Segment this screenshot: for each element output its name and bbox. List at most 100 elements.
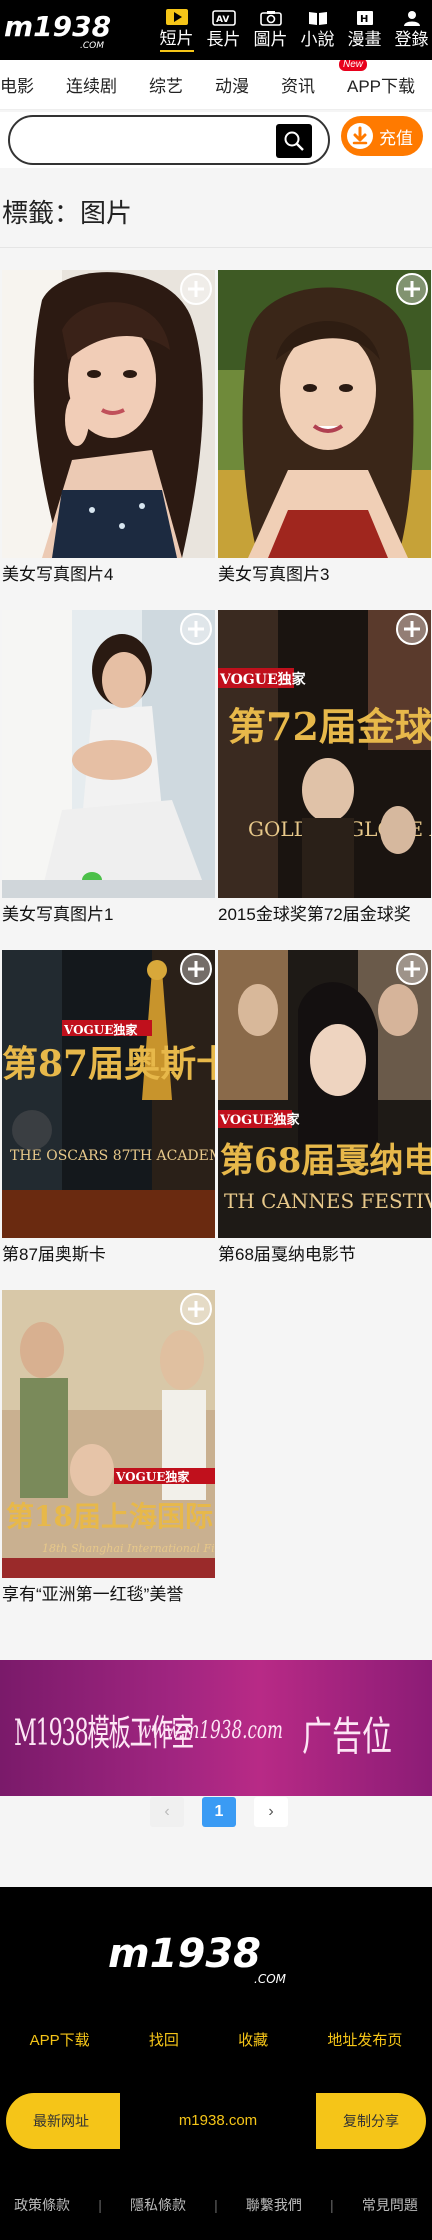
svg-text:VOGUE独家: VOGUE独家	[115, 1469, 190, 1484]
download-coin-icon	[347, 123, 373, 149]
contact-link[interactable]: 聯繫我們	[246, 2195, 302, 2215]
picture-card[interactable]: VOGUE独家 第87届奥斯卡金像 THE OSCARS 87TH ACADEM…	[2, 950, 216, 1268]
card-thumbnail	[2, 270, 215, 558]
next-page-button[interactable]: ›	[254, 1797, 288, 1827]
card-title: 第87届奥斯卡	[2, 1245, 106, 1264]
policy-link[interactable]: 政策條款	[14, 2195, 70, 2215]
av-icon: AV	[211, 9, 236, 27]
nav-label: 登錄	[394, 30, 429, 49]
site-logo[interactable]: m1938 .COM	[2, 8, 122, 50]
pagination: ‹ 1 ›	[150, 1797, 288, 1829]
add-icon[interactable]	[179, 952, 213, 986]
add-icon[interactable]	[179, 1292, 213, 1326]
top-nav-bar: m1938 .COM 短片 AV 長片 圖片 小說 H 漫畫 登錄	[0, 0, 432, 60]
nav-label: 小說	[300, 30, 335, 49]
svg-text:m1938: m1938	[108, 1931, 261, 1977]
nav-long-video[interactable]: AV 長片	[200, 0, 247, 60]
category-movies[interactable]: 电影	[0, 72, 50, 97]
svg-text:第87届奥斯卡金像: 第87届奥斯卡金像	[2, 1043, 215, 1085]
footer-link-recover[interactable]: 找回	[149, 2029, 179, 2050]
svg-text:m1938: m1938	[4, 10, 111, 43]
svg-text:第68届戛纳电影: 第68届戛纳电影	[220, 1141, 431, 1181]
nav-label: 圖片	[253, 30, 288, 49]
svg-text:THE OSCARS 87TH ACADEMY AWARDS: THE OSCARS 87TH ACADEMY AWARDS	[10, 1148, 215, 1164]
card-thumbnail: VOGUE独家 第87届奥斯卡金像 THE OSCARS 87TH ACADEM…	[2, 950, 215, 1238]
nav-login[interactable]: 登錄	[388, 0, 432, 60]
svg-text:VOGUE独家: VOGUE独家	[63, 1022, 138, 1037]
card-title: 美女写真图片3	[218, 565, 330, 584]
faq-link[interactable]: 常見問題	[362, 2195, 418, 2215]
portrait-photo	[2, 270, 215, 558]
card-title: 第68届戛纳电影节	[218, 1245, 356, 1264]
svg-text:第72届金球奖: 第72届金球奖	[228, 704, 431, 749]
card-title: 享有“亚洲第一红毯”美誉	[2, 1585, 184, 1604]
nav-comics[interactable]: H 漫畫	[341, 0, 388, 60]
camera-icon	[259, 9, 283, 27]
nav-short-video[interactable]: 短片	[153, 0, 200, 60]
svg-text:第18届上海国际电影: 第18届上海国际电影	[6, 1500, 215, 1533]
footer-link-app[interactable]: APP下载	[30, 2029, 90, 2050]
latest-url-label: 最新网址	[33, 2113, 89, 2129]
search-icon	[284, 131, 304, 151]
poster-oscars: VOGUE独家 第87届奥斯卡金像 THE OSCARS 87TH ACADEM…	[2, 950, 215, 1238]
main-nav: 短片 AV 長片 圖片 小說 H 漫畫 登錄	[153, 0, 432, 60]
new-badge: New	[339, 60, 368, 71]
category-anime[interactable]: 动漫	[199, 72, 265, 97]
svg-text:VOGUE独家: VOGUE独家	[219, 1112, 301, 1128]
poster-golden-globe: VOGUE独家 第72届金球奖 GOLDEN GLOBE AWARDS	[218, 610, 431, 898]
footer-link-address[interactable]: 地址发布页	[327, 2029, 402, 2050]
search-button[interactable]	[276, 124, 312, 158]
picture-card[interactable]: 美女写真图片4	[2, 270, 216, 588]
add-icon[interactable]	[179, 612, 213, 646]
picture-card[interactable]: VOGUE独家 第68届戛纳电影 TH CANNES FESTIV 第68届戛纳…	[218, 950, 432, 1268]
card-title: 美女写真图片1	[2, 905, 114, 924]
search-box	[8, 115, 330, 165]
comic-icon: H	[353, 9, 377, 27]
recharge-label: 充值	[379, 128, 413, 148]
nav-label: 長片	[206, 30, 241, 49]
svg-text:TH CANNES FESTIV: TH CANNES FESTIV	[224, 1189, 431, 1213]
category-app-download[interactable]: New APP下载	[331, 60, 415, 97]
ad-banner[interactable]: M1938模板工作室 www.m1938.com 广告位	[0, 1660, 432, 1796]
portrait-photo	[218, 270, 431, 558]
svg-text:.COM: .COM	[254, 1972, 287, 1985]
picture-card[interactable]: 美女写真图片1	[2, 610, 216, 928]
ad-url-text: www.m1938.com	[137, 1716, 283, 1744]
privacy-link[interactable]: 隱私條款	[130, 2195, 186, 2215]
card-thumbnail: VOGUE独家 第18届上海国际电影 18th Shanghai Interna…	[2, 1290, 215, 1578]
prev-page-button[interactable]: ‹	[150, 1797, 184, 1827]
footer: m1938 .COM APP下载 找回 收藏 地址发布页 最新网址 m1938.…	[0, 1887, 432, 2240]
add-icon[interactable]	[395, 272, 429, 306]
category-news[interactable]: 资讯	[265, 72, 331, 97]
picture-card[interactable]: 美女写真图片3	[218, 270, 432, 588]
add-icon[interactable]	[395, 612, 429, 646]
category-variety[interactable]: 综艺	[133, 72, 199, 97]
card-title: 2015金球奖第72届金球奖	[218, 905, 411, 924]
current-page-button[interactable]: 1	[202, 1797, 236, 1827]
divider: |	[214, 2197, 218, 2213]
card-thumbnail	[218, 270, 431, 558]
poster-shanghai: VOGUE独家 第18届上海国际电影 18th Shanghai Interna…	[2, 1290, 215, 1578]
add-icon[interactable]	[395, 952, 429, 986]
picture-card[interactable]: VOGUE独家 第18届上海国际电影 18th Shanghai Interna…	[2, 1290, 216, 1608]
nav-novels[interactable]: 小說	[294, 0, 341, 60]
card-thumbnail	[2, 610, 215, 898]
add-icon[interactable]	[179, 272, 213, 306]
nav-label: 漫畫	[347, 30, 382, 49]
app-root: m1938 .COM 短片 AV 長片 圖片 小說 H 漫畫 登錄 电影 连续剧…	[0, 0, 432, 2240]
svg-text:H: H	[360, 14, 368, 25]
recharge-button[interactable]: 充值	[341, 116, 423, 156]
copy-share-button[interactable]: 复制分享	[316, 2093, 426, 2149]
category-bar: 电影 连续剧 综艺 动漫 资讯 New APP下载	[0, 60, 432, 110]
search-row: 充值	[0, 112, 432, 168]
category-series[interactable]: 连续剧	[50, 72, 133, 97]
search-input[interactable]	[24, 127, 264, 153]
latest-url-value[interactable]: m1938.com	[120, 2093, 316, 2149]
footer-link-favorite[interactable]: 收藏	[238, 2029, 268, 2050]
nav-label: 短片	[159, 28, 194, 52]
picture-card[interactable]: VOGUE独家 第72届金球奖 GOLDEN GLOBE AWARDS 2015…	[218, 610, 432, 928]
svg-text:AV: AV	[216, 15, 229, 25]
nav-pictures[interactable]: 圖片	[247, 0, 294, 60]
card-thumbnail: VOGUE独家 第72届金球奖 GOLDEN GLOBE AWARDS	[218, 610, 431, 898]
poster-cannes: VOGUE独家 第68届戛纳电影 TH CANNES FESTIV	[218, 950, 431, 1238]
